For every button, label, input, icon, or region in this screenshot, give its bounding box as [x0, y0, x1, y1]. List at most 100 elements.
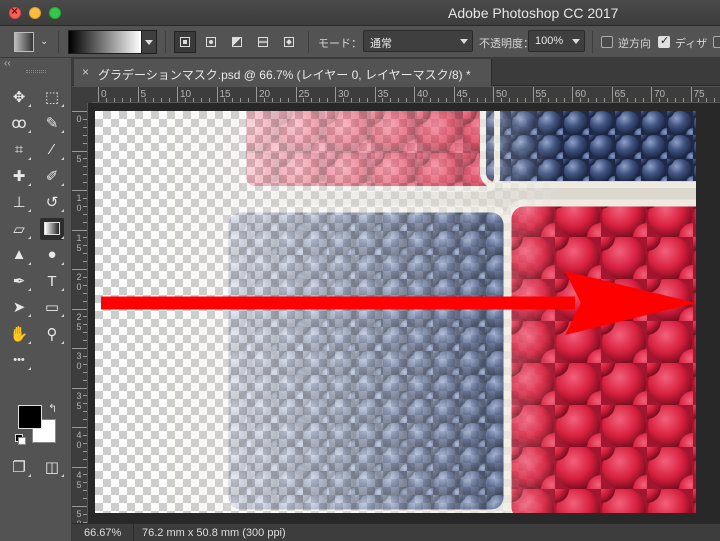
- ruler-tick: [500, 98, 502, 102]
- foreground-color-swatch[interactable]: [18, 405, 42, 429]
- angle-gradient-icon: [232, 37, 242, 47]
- hand-tool[interactable]: ✋: [7, 323, 31, 345]
- minimize-window-button[interactable]: [29, 7, 41, 19]
- reverse-checkbox[interactable]: [601, 36, 613, 48]
- gradient-editor-preview[interactable]: [68, 30, 142, 54]
- dodge-tool[interactable]: ●: [40, 244, 64, 266]
- mode-select[interactable]: 通常: [363, 30, 473, 52]
- ruler-tick: [72, 348, 87, 349]
- shape-tool-icon: ▭: [44, 299, 60, 317]
- dither-checkbox[interactable]: [658, 34, 670, 48]
- gradient-tool-preset-picker[interactable]: [14, 32, 34, 52]
- ruler-tick: [83, 395, 87, 397]
- vertical-ruler[interactable]: 051 01 52 02 53 03 54 04 55 0: [72, 103, 88, 523]
- horizontal-ruler[interactable]: 0 5 10 15 20 25 30 35 40 45 50 55 60 65 70 75: [92, 87, 720, 103]
- shape-tool[interactable]: ▭: [40, 296, 64, 318]
- ruler-tick: [83, 513, 87, 515]
- ruler-tick: [587, 98, 589, 102]
- document-info[interactable]: 76.2 mm x 50.8 mm (300 ppi): [142, 527, 286, 539]
- document-tab[interactable]: × グラデーションマスク.psd @ 66.7% (レイヤー 0, レイヤーマス…: [74, 59, 492, 86]
- gradient-picker-dropdown[interactable]: [141, 30, 157, 54]
- ruler-tick: [240, 98, 242, 102]
- type-tool[interactable]: T: [40, 270, 64, 292]
- ruler-tick: [350, 98, 352, 102]
- tool-group-indicator: [28, 288, 31, 292]
- ruler-tick: [366, 98, 368, 102]
- ruler-tick: [311, 98, 313, 102]
- ruler-tick: [469, 98, 471, 102]
- ruler-tick: [279, 98, 281, 102]
- ruler-tick: [121, 98, 123, 102]
- ruler-tick: [485, 98, 487, 102]
- ruler-tick: [83, 442, 87, 444]
- zoom-level[interactable]: 66.67%: [84, 527, 121, 539]
- stamp-tool-icon: ⊥: [12, 194, 26, 212]
- lasso-tool[interactable]: ꝏ: [7, 112, 31, 134]
- panel-grip[interactable]: [26, 70, 46, 73]
- reflected-gradient-button[interactable]: [252, 31, 274, 53]
- ruler-label: 1 0: [76, 193, 82, 213]
- ruler-tick: [698, 98, 700, 102]
- ruler-tick: [83, 300, 87, 302]
- brush-tool[interactable]: ✐: [40, 165, 64, 187]
- collapse-panel-icon[interactable]: ‹‹: [4, 58, 11, 69]
- diamond-gradient-icon: [284, 37, 294, 47]
- pen-tool[interactable]: ✒: [7, 270, 31, 292]
- zoom-tool[interactable]: ⚲: [40, 323, 64, 345]
- ruler-tick: [83, 221, 87, 223]
- quick-selection-tool[interactable]: ✎: [40, 112, 64, 134]
- quick-mask-mode[interactable]: ◫: [40, 456, 64, 478]
- close-icon[interactable]: ×: [82, 65, 89, 79]
- ruler-tick: [72, 150, 87, 152]
- ruler-tick: [382, 98, 384, 102]
- ruler-origin[interactable]: [72, 87, 92, 103]
- move-tool[interactable]: ✥: [7, 86, 31, 108]
- radial-gradient-button[interactable]: [200, 31, 222, 53]
- separator: [133, 524, 134, 541]
- more-tools[interactable]: •••: [7, 349, 31, 371]
- tool-group-indicator: [28, 130, 31, 134]
- diamond-gradient-button[interactable]: [278, 31, 300, 53]
- stamp-tool[interactable]: ⊥: [7, 191, 31, 213]
- status-bar: 66.67% 76.2 mm x 50.8 mm (300 ppi): [72, 523, 720, 541]
- close-window-button[interactable]: [9, 4, 21, 19]
- mode-label: モード：: [318, 38, 362, 50]
- linear-gradient-button[interactable]: [174, 31, 196, 53]
- eraser-tool[interactable]: ▱: [7, 218, 31, 240]
- blur-tool[interactable]: ▲: [7, 244, 31, 266]
- reverse-label: 逆方向: [618, 38, 651, 50]
- tool-group-indicator: [61, 130, 64, 134]
- chevron-down-icon[interactable]: ⌄: [40, 36, 48, 47]
- ruler-tick: [83, 182, 87, 184]
- ruler-tick: [184, 98, 186, 102]
- ruler-tick: [256, 87, 257, 102]
- transparency-checkbox[interactable]: [713, 36, 720, 48]
- ruler-tick: [516, 98, 518, 102]
- path-selection-tool[interactable]: ➤: [7, 296, 31, 318]
- history-brush-tool[interactable]: ↺: [40, 191, 64, 213]
- marquee-tool[interactable]: ⬚: [40, 86, 64, 108]
- ruler-tick: [579, 98, 581, 102]
- title-bar: Adobe Photoshop CC 2017: [0, 0, 720, 26]
- opacity-select[interactable]: 100%: [528, 30, 585, 52]
- swap-colors-icon[interactable]: ↰: [48, 402, 57, 415]
- ruler-tick: [232, 98, 234, 102]
- default-colors-icon[interactable]: [15, 434, 26, 445]
- tool-group-indicator: [61, 314, 64, 318]
- ruler-tick: [666, 98, 668, 102]
- ruler-tick: [83, 276, 87, 278]
- eyedropper-tool[interactable]: ⁄: [40, 139, 64, 161]
- ruler-tick: [153, 98, 155, 102]
- angle-gradient-button[interactable]: [226, 31, 248, 53]
- ruler-label: 1 5: [76, 232, 82, 253]
- ruler-tick: [83, 458, 87, 460]
- healing-brush-tool[interactable]: ✚: [7, 165, 31, 187]
- opacity-label: 不透明度：: [479, 38, 534, 50]
- crop-tool[interactable]: ⌗: [7, 139, 31, 161]
- screen-mode[interactable]: ❐: [7, 456, 31, 478]
- document-canvas[interactable]: [95, 111, 696, 513]
- ruler-tick: [83, 253, 87, 255]
- tool-group-indicator: [28, 314, 31, 318]
- maximize-window-button[interactable]: [49, 7, 61, 19]
- gradient-tool[interactable]: [40, 217, 64, 240]
